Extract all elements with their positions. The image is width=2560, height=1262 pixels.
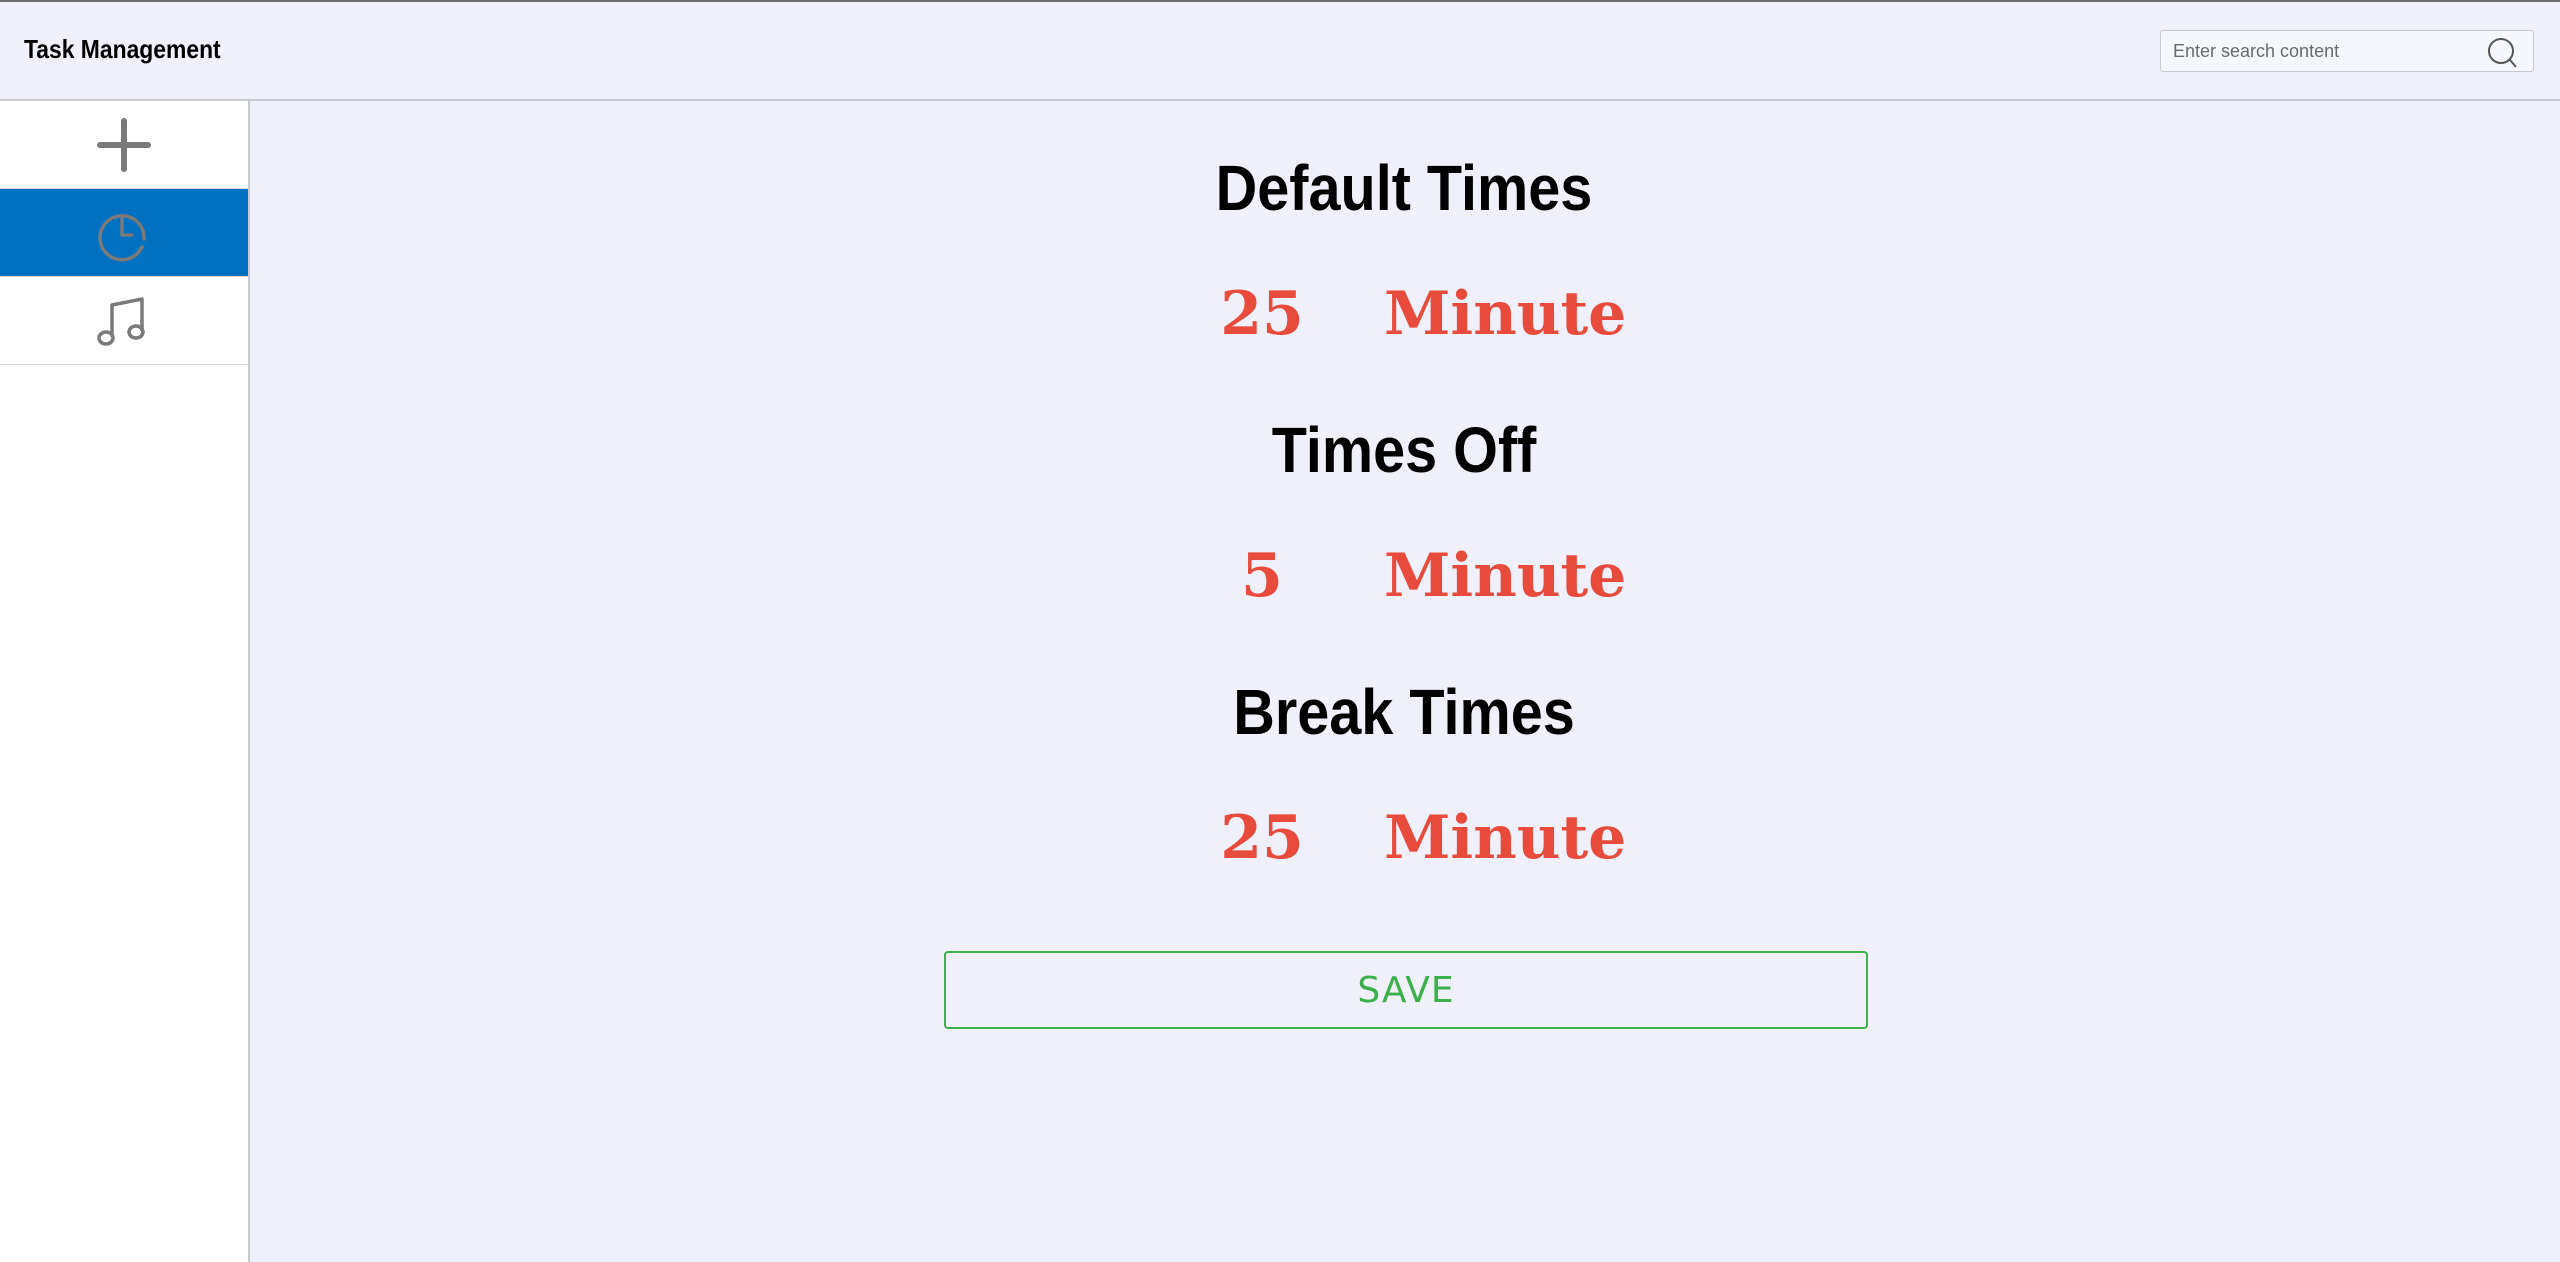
times-off-row: 5 Minute bbox=[252, 541, 2556, 621]
default-times-title: Default Times bbox=[1215, 152, 1593, 224]
music-note-icon bbox=[97, 296, 145, 346]
clock-icon bbox=[98, 213, 146, 261]
break-times-value[interactable]: 25 bbox=[1182, 803, 1342, 873]
sidebar-item-music[interactable] bbox=[0, 277, 248, 365]
search-box[interactable] bbox=[2160, 30, 2534, 72]
default-times-value[interactable]: 25 bbox=[1182, 279, 1342, 349]
times-off-unit: Minute bbox=[1384, 541, 1627, 611]
search-icon[interactable] bbox=[2485, 35, 2521, 71]
default-times-row: 25 Minute bbox=[252, 279, 2556, 359]
times-off-value[interactable]: 5 bbox=[1182, 541, 1342, 611]
sidebar-item-add[interactable] bbox=[0, 101, 248, 189]
break-times-title: Break Times bbox=[1233, 676, 1575, 748]
times-off-title: Times Off bbox=[1271, 414, 1537, 486]
app-title: Task Management bbox=[24, 34, 221, 64]
sidebar bbox=[0, 101, 250, 1262]
main-content: Default Times 25 Minute Times Off 5 Minu… bbox=[252, 101, 2560, 1262]
default-times-unit: Minute bbox=[1384, 279, 1627, 349]
plus-icon bbox=[97, 117, 151, 172]
top-bar: Task Management bbox=[0, 0, 2560, 101]
save-button[interactable]: SAVE bbox=[944, 951, 1868, 1029]
search-input[interactable] bbox=[2173, 31, 2473, 71]
break-times-row: 25 Minute bbox=[252, 803, 2556, 883]
sidebar-item-timer[interactable] bbox=[0, 189, 248, 277]
break-times-unit: Minute bbox=[1384, 803, 1627, 873]
